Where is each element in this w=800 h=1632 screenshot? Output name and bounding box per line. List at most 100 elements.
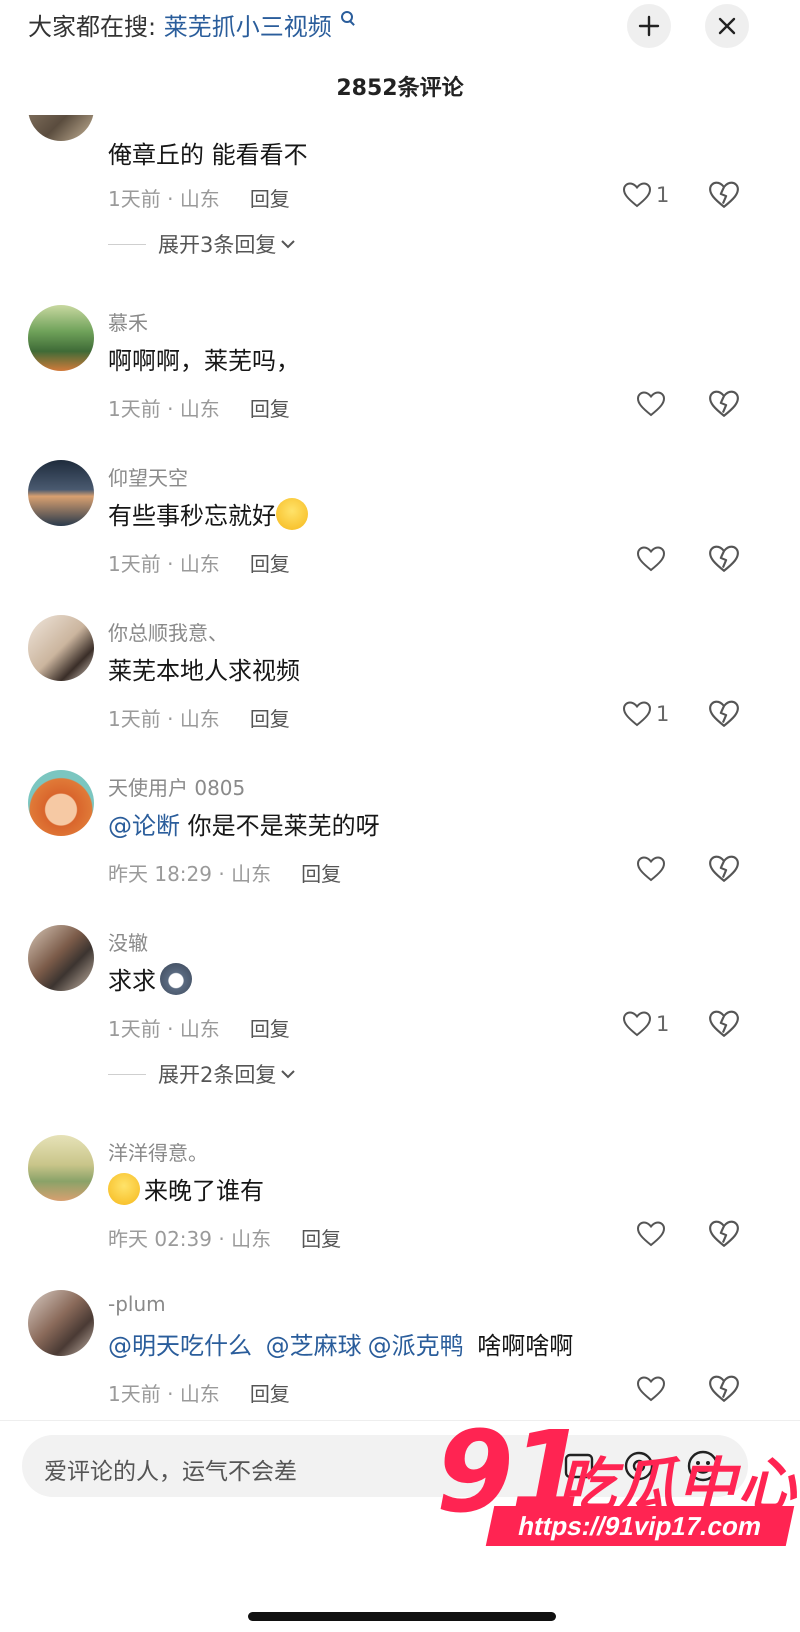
heart-icon [636, 1376, 666, 1402]
comment-username[interactable]: 天使用户 0805 [108, 772, 245, 801]
mention-link[interactable]: @明天吃什么 [108, 1332, 252, 1360]
comment-text: 莱芜本地人求视频 [108, 657, 300, 685]
broken-heart-icon [709, 181, 739, 208]
avatar[interactable] [28, 460, 94, 526]
heart-icon [622, 182, 652, 208]
dislike-button[interactable] [708, 699, 740, 729]
reply-button[interactable]: 回复 [301, 1227, 341, 1251]
like-button[interactable]: 1 [622, 1009, 669, 1039]
comment-username[interactable]: 你总顺我意、 [108, 617, 228, 646]
comment-time: 1天前 [108, 187, 161, 211]
reply-button[interactable]: 回复 [250, 707, 290, 731]
reply-button[interactable]: 回复 [250, 1382, 290, 1406]
mention-link[interactable]: @论断 [108, 812, 180, 840]
dislike-button[interactable] [708, 854, 740, 884]
like-button[interactable] [622, 544, 666, 574]
dislike-button[interactable] [708, 544, 740, 574]
heart-icon [636, 546, 666, 572]
broken-heart-icon [709, 1375, 739, 1402]
comment-time: 1天前 [108, 1382, 161, 1406]
comment-count: 2852条评论 [336, 76, 464, 101]
broken-heart-icon [709, 1010, 739, 1037]
dislike-button[interactable] [708, 180, 740, 210]
chevron-down-icon [281, 240, 296, 249]
like-button[interactable] [622, 389, 666, 419]
close-icon [718, 17, 736, 35]
comment-time: 1天前 [108, 707, 161, 731]
trending-search[interactable]: 大家都在搜: 莱芜抓小三视频 [28, 11, 354, 42]
mention-link[interactable]: @派克鸭 [368, 1332, 464, 1360]
comment-text: 俺章丘的 能看看不 [108, 141, 308, 169]
like-button[interactable]: 1 [622, 699, 669, 729]
broken-heart-icon [709, 700, 739, 727]
comment-username[interactable]: 洋洋得意。 [108, 1137, 208, 1166]
comment-text: 啊啊啊，莱芜吗， [108, 347, 300, 375]
avatar[interactable] [28, 770, 94, 836]
avatar[interactable] [28, 115, 94, 141]
comment-meta: 1天前 · 山东 回复 [108, 707, 290, 731]
comment-item: 你总顺我意、 莱芜本地人求视频 1天前 · 山东 回复 1 [0, 615, 800, 755]
reply-button[interactable]: 回复 [250, 552, 290, 576]
comment-item: 没辙 求求 1天前 · 山东 回复 1 展开2条回复 [0, 925, 800, 1115]
avatar[interactable] [28, 615, 94, 681]
comment-time: 1天前 [108, 397, 161, 421]
comment-item: 俺章丘的 能看看不 1天前 · 山东 回复 1 展开3条回复 [0, 115, 800, 265]
search-icon [341, 11, 354, 23]
mention-link[interactable]: @芝麻球 [266, 1332, 362, 1360]
home-indicator [248, 1612, 556, 1621]
like-button[interactable] [622, 1219, 666, 1249]
reply-button[interactable]: 回复 [250, 1017, 290, 1041]
comment-time: 1天前 [108, 1017, 161, 1041]
comment-text: 求求 [108, 961, 192, 996]
heart-icon [622, 701, 652, 727]
collapse-button[interactable] [627, 4, 671, 48]
comment-username[interactable]: 慕禾 [108, 307, 148, 336]
trending-search-link[interactable]: 莱芜抓小三视频 [164, 13, 332, 41]
avatar[interactable] [28, 1135, 94, 1201]
reply-button[interactable]: 回复 [250, 187, 290, 211]
comment-time: 昨天 18:29 [108, 862, 212, 886]
expand-replies-button[interactable]: 展开3条回复 [108, 229, 296, 259]
comment-username[interactable]: -plum [108, 1292, 166, 1316]
avatar[interactable] [28, 305, 94, 371]
broken-heart-icon [709, 1220, 739, 1247]
comment-meta: 1天前 · 山东 回复 [108, 552, 290, 576]
like-count: 1 [656, 183, 670, 207]
expand-replies-button[interactable]: 展开2条回复 [108, 1059, 296, 1089]
heart-icon [622, 1011, 652, 1037]
grin-emoji-icon [276, 498, 308, 530]
comment-time: 1天前 [108, 552, 161, 576]
comment-username[interactable]: 仰望天空 [108, 462, 188, 491]
avatar[interactable] [28, 1290, 94, 1356]
reply-button[interactable]: 回复 [250, 397, 290, 421]
comment-text: 来晚了谁有 [108, 1171, 264, 1206]
like-button[interactable] [622, 1374, 666, 1404]
like-button[interactable]: 1 [622, 180, 669, 210]
collapse-icon [638, 15, 660, 37]
comment-item: 慕禾 啊啊啊，莱芜吗， 1天前 · 山东 回复 [0, 305, 800, 445]
comment-text-body: 来晚了谁有 [144, 1177, 264, 1205]
reply-button[interactable]: 回复 [301, 862, 341, 886]
avatar[interactable] [28, 925, 94, 991]
dislike-button[interactable] [708, 1009, 740, 1039]
comment-location: 山东 [179, 397, 220, 421]
comment-text-body: 你是不是莱芜的呀 [180, 812, 380, 840]
animal-emoji-icon [160, 963, 192, 995]
comment-text: @论断 你是不是莱芜的呀 [108, 806, 380, 841]
comment-meta: 1天前 · 山东 回复 [108, 1017, 290, 1041]
close-button[interactable] [705, 4, 749, 48]
dislike-button[interactable] [708, 1374, 740, 1404]
comment-username[interactable]: 没辙 [108, 927, 148, 956]
comment-location: 山东 [179, 1017, 220, 1041]
comment-time: 昨天 02:39 [108, 1227, 212, 1251]
comment-text: 有些事秒忘就好 [108, 496, 308, 531]
dislike-button[interactable] [708, 1219, 740, 1249]
comment-text-body: 求求 [108, 967, 156, 995]
comment-item: 洋洋得意。 来晚了谁有 昨天 02:39 · 山东 回复 [0, 1135, 800, 1275]
top-bar: 大家都在搜: 莱芜抓小三视频 [0, 0, 800, 54]
like-button[interactable] [622, 854, 666, 884]
comment-location: 山东 [179, 707, 220, 731]
chevron-down-icon [281, 1070, 296, 1079]
trending-label: 大家都在搜: [28, 13, 157, 41]
dislike-button[interactable] [708, 389, 740, 419]
